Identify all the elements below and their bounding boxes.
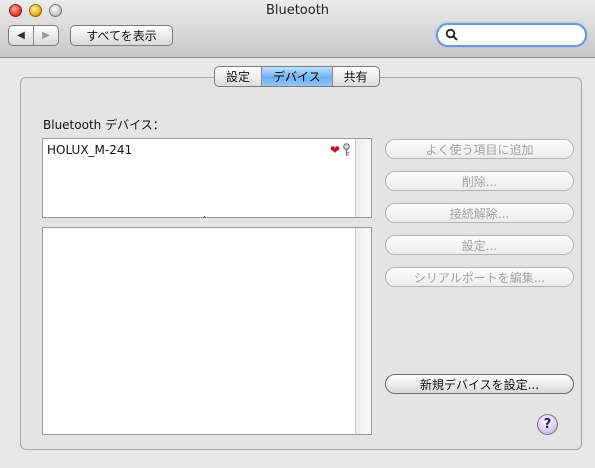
tab-settings[interactable]: 設定 — [215, 67, 261, 86]
search-field[interactable] — [436, 23, 587, 47]
search-input[interactable] — [460, 27, 578, 42]
device-list-scrollbar[interactable] — [355, 139, 371, 217]
tab-devices[interactable]: デバイス — [261, 67, 332, 86]
device-name: HOLUX_M-241 — [47, 143, 133, 157]
device-list[interactable]: HOLUX_M-241 ❤ — [42, 138, 372, 218]
list-item[interactable]: HOLUX_M-241 ❤ — [47, 141, 351, 159]
back-forward-control: ◀ ▶ — [8, 25, 59, 46]
delete-button[interactable]: 削除... — [385, 171, 574, 191]
forward-button[interactable]: ▶ — [33, 26, 58, 45]
heart-icon: ❤ — [329, 143, 340, 157]
help-button[interactable]: ? — [537, 414, 558, 435]
key-icon — [343, 143, 350, 156]
window-toolbar: Bluetooth ◀ ▶ すべてを表示 — [0, 0, 595, 58]
splitter-handle[interactable]: ˆ — [202, 216, 207, 227]
setup-new-device-button[interactable]: 新規デバイスを設定... — [385, 374, 574, 394]
device-services-list[interactable] — [42, 227, 372, 435]
edit-serial-ports-button[interactable]: シリアルポートを編集... — [385, 267, 574, 287]
show-all-button[interactable]: すべてを表示 — [70, 25, 173, 46]
services-list-scrollbar[interactable] — [355, 228, 371, 434]
devices-list-label: Bluetooth デバイス： — [43, 118, 165, 132]
search-icon — [445, 28, 458, 41]
tab-bar: 設定 デバイス 共有 — [214, 66, 380, 87]
disconnect-button[interactable]: 接続解除... — [385, 203, 574, 223]
back-button[interactable]: ◀ — [9, 26, 33, 45]
tab-sharing[interactable]: 共有 — [331, 67, 379, 86]
add-to-favorites-button[interactable]: よく使う項目に追加 — [385, 139, 574, 159]
window-title: Bluetooth — [265, 3, 330, 18]
device-settings-button[interactable]: 設定... — [385, 235, 574, 255]
